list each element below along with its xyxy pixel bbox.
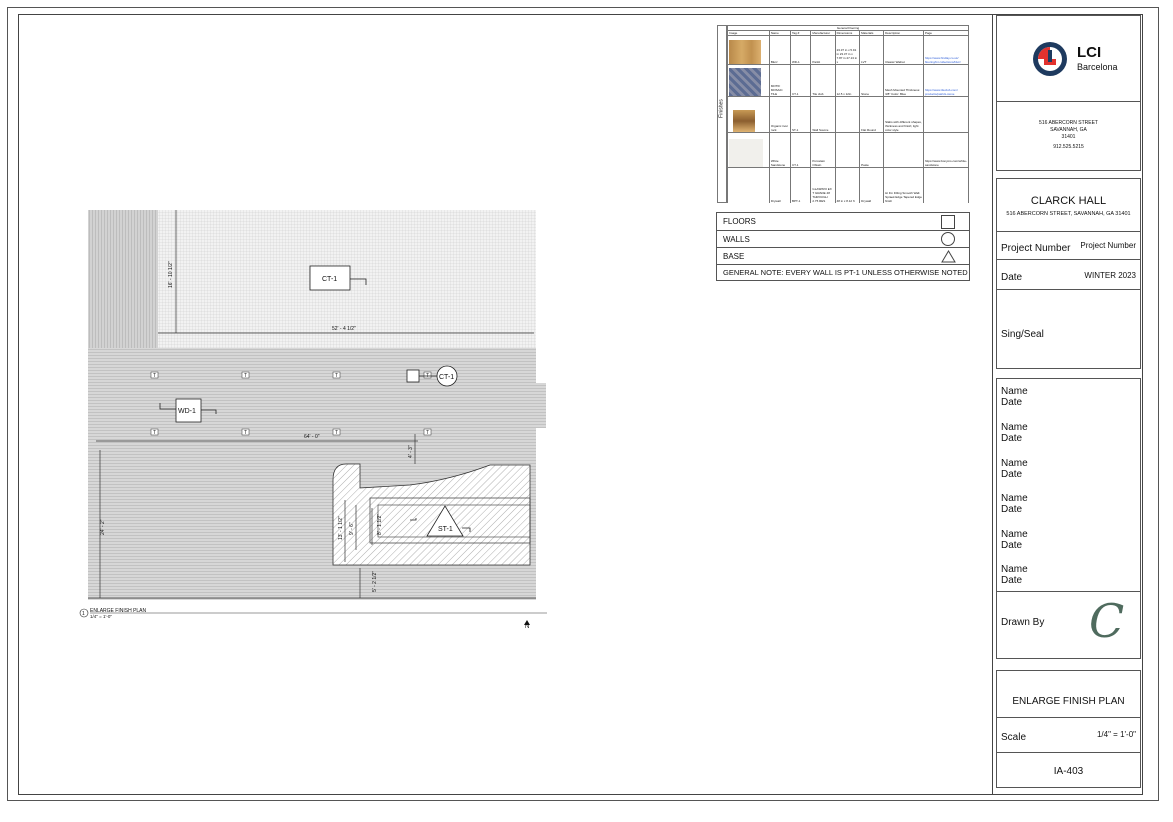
dim-label: 5' - 2 1/2" [372, 571, 378, 592]
sheet-number: IA-403 [1053, 766, 1084, 777]
finish-plan-drawing: 16' - 10 1/2" 52' - 4 1/2" 64' - 0" 4' -… [79, 210, 547, 630]
drawn-by-label: Drawn By [1001, 617, 1045, 628]
date-label: Date [1001, 272, 1023, 283]
svg-text:ST-1: ST-1 [438, 526, 453, 533]
title-block-divider [992, 14, 993, 795]
swatch-wood [729, 40, 761, 64]
swatch-sandstone [729, 139, 763, 167]
svg-text:T: T [426, 430, 429, 436]
project-number-value: Project Number [1080, 241, 1136, 250]
scale-label: Scale [1001, 732, 1027, 743]
base-marker-4: T [423, 371, 432, 379]
schedule-table: General Flooring Image Name Tag # Manufa… [727, 25, 969, 203]
logo-box: LCI Barcelona [996, 15, 1141, 102]
legend-label: BASE [723, 251, 745, 261]
date-row: Date WINTER 2023 [996, 259, 1141, 290]
signoff-box: Name Date Name Date Name Date Name Date Name… [996, 378, 1141, 592]
dim-label: 16' - 10 1/2" [168, 261, 174, 288]
svg-text:T: T [335, 430, 338, 436]
school-address: 516 ABERCORN STREET [1039, 120, 1098, 126]
dim-label: 9' - 6" [349, 522, 355, 535]
signoff-entry: Name Date [1001, 564, 1028, 586]
triangle-icon [941, 249, 956, 262]
signoff-entry: Name Date [1001, 386, 1028, 408]
schedule-side-label: Finishes [718, 99, 725, 118]
dim-label: 13' - 1 1/2" [338, 516, 344, 540]
legend-note: GENERAL NOTE: EVERY WALL IS PT-1 UNLESS … [723, 268, 968, 277]
seal-box: Sing/Seal [996, 289, 1141, 369]
schedule-row: Drywall BPT-1 GLASPRO EX T GRADE 48 THROUG… [727, 167, 969, 203]
swatch-mosaic [729, 68, 761, 96]
dim-label: 64' - 0" [304, 434, 320, 440]
legend-row-walls: WALLS [717, 231, 969, 248]
project-box: CLARCK HALL 516 ABERCORN STREET, SAVANNA… [996, 178, 1141, 232]
signoff-entry: Name Date [1001, 458, 1028, 480]
square-icon [941, 214, 955, 229]
base-marker-7: T [332, 428, 341, 436]
school-zip: 31401 [1061, 134, 1076, 140]
dim-label: 52' - 4 1/2" [332, 326, 356, 332]
signoff-entry: Name Date [1001, 422, 1028, 444]
project-address: 516 ABERCORN STREET, SAVANNAH, GA 31401 [1006, 211, 1131, 217]
signoff-entry: Name Date [1001, 493, 1028, 515]
scale-row: Scale 1/4" = 1'-0" [996, 717, 1141, 753]
signature-mark: C [1089, 594, 1125, 648]
floor-area-corridor [88, 348, 536, 442]
school-city: SAVANNAH, GA [1050, 127, 1087, 133]
circle-icon [941, 232, 955, 246]
dim-label: 4' - 3" [408, 445, 414, 458]
date-value: WINTER 2023 [1084, 271, 1136, 280]
schedule-row: MOTIF MOSAIC TILE CT-1 Tile club 12.5 x 12i… [727, 64, 969, 97]
sheet-number-box: IA-403 [996, 752, 1141, 788]
scale-value: 1/4" = 1'-0" [1096, 730, 1136, 739]
north-arrow-icon [524, 620, 530, 625]
dim-label: 8' - 1 1/2" [377, 514, 383, 535]
base-marker-1: T [150, 371, 159, 379]
svg-text:T: T [244, 430, 247, 436]
caption-scale: 1/4" = 1'-0" [90, 614, 112, 619]
base-marker-6: T [241, 428, 250, 436]
floor-area-left [88, 210, 158, 348]
svg-text:CT-1: CT-1 [322, 276, 337, 283]
project-number-label: Project Number [1001, 243, 1071, 254]
svg-text:T: T [244, 373, 247, 379]
legend-label: WALLS [723, 234, 750, 244]
symbol-legend: FLOORS WALLS BASE GENERAL NOTE: EVERY WA… [716, 212, 970, 281]
schedule-row: Organic river rock ST-1 Wall Source Flat Ro… [727, 96, 969, 133]
svg-text:CT-1: CT-1 [439, 374, 454, 381]
drawn-by-box: Drawn By C [996, 591, 1141, 659]
legend-row-base: BASE [717, 248, 969, 265]
svg-text:T: T [335, 373, 338, 379]
logo-subtext: Barcelona [1077, 62, 1118, 72]
svg-text:T: T [153, 373, 156, 379]
schedule-row: Blurz WD-1 Parkit 23.37 in x 5.91 in 23.37 … [727, 35, 969, 65]
dim-label: 24' - 2" [100, 519, 106, 535]
finish-schedule: Finishes General Flooring Image Name Tag… [717, 25, 969, 203]
lci-logo-icon [1033, 42, 1067, 76]
base-marker-3: T [332, 371, 341, 379]
school-phone: 912.525.5215 [1053, 144, 1084, 150]
project-name: CLARCK HALL [1030, 195, 1107, 207]
signoff-entry: Name Date [1001, 529, 1028, 551]
sheet-title: ENLARGE FINISH PLAN [1012, 696, 1125, 707]
seal-label: Sing/Seal [1001, 329, 1044, 340]
svg-text:T: T [153, 430, 156, 436]
svg-text:WD-1: WD-1 [178, 408, 196, 415]
sheet-title-box: ENLARGE FINISH PLAN [996, 670, 1141, 718]
swatch-river-rock [733, 110, 755, 132]
base-marker-5: T [150, 428, 159, 436]
base-marker-2: T [241, 371, 250, 379]
logo-text: LCI [1077, 44, 1102, 61]
caption-number: 1 [82, 611, 85, 617]
school-info: 516 ABERCORN STREET SAVANNAH, GA 31401 9… [996, 101, 1141, 171]
legend-row-floors: FLOORS [717, 213, 969, 231]
schedule-row: White Sandstone CT-1 Porcelain Obtain Paste… [727, 132, 969, 168]
legend-label: FLOORS [723, 217, 756, 226]
project-number-row: Project Number Project Number [996, 231, 1141, 260]
base-marker-8: T [423, 428, 432, 436]
